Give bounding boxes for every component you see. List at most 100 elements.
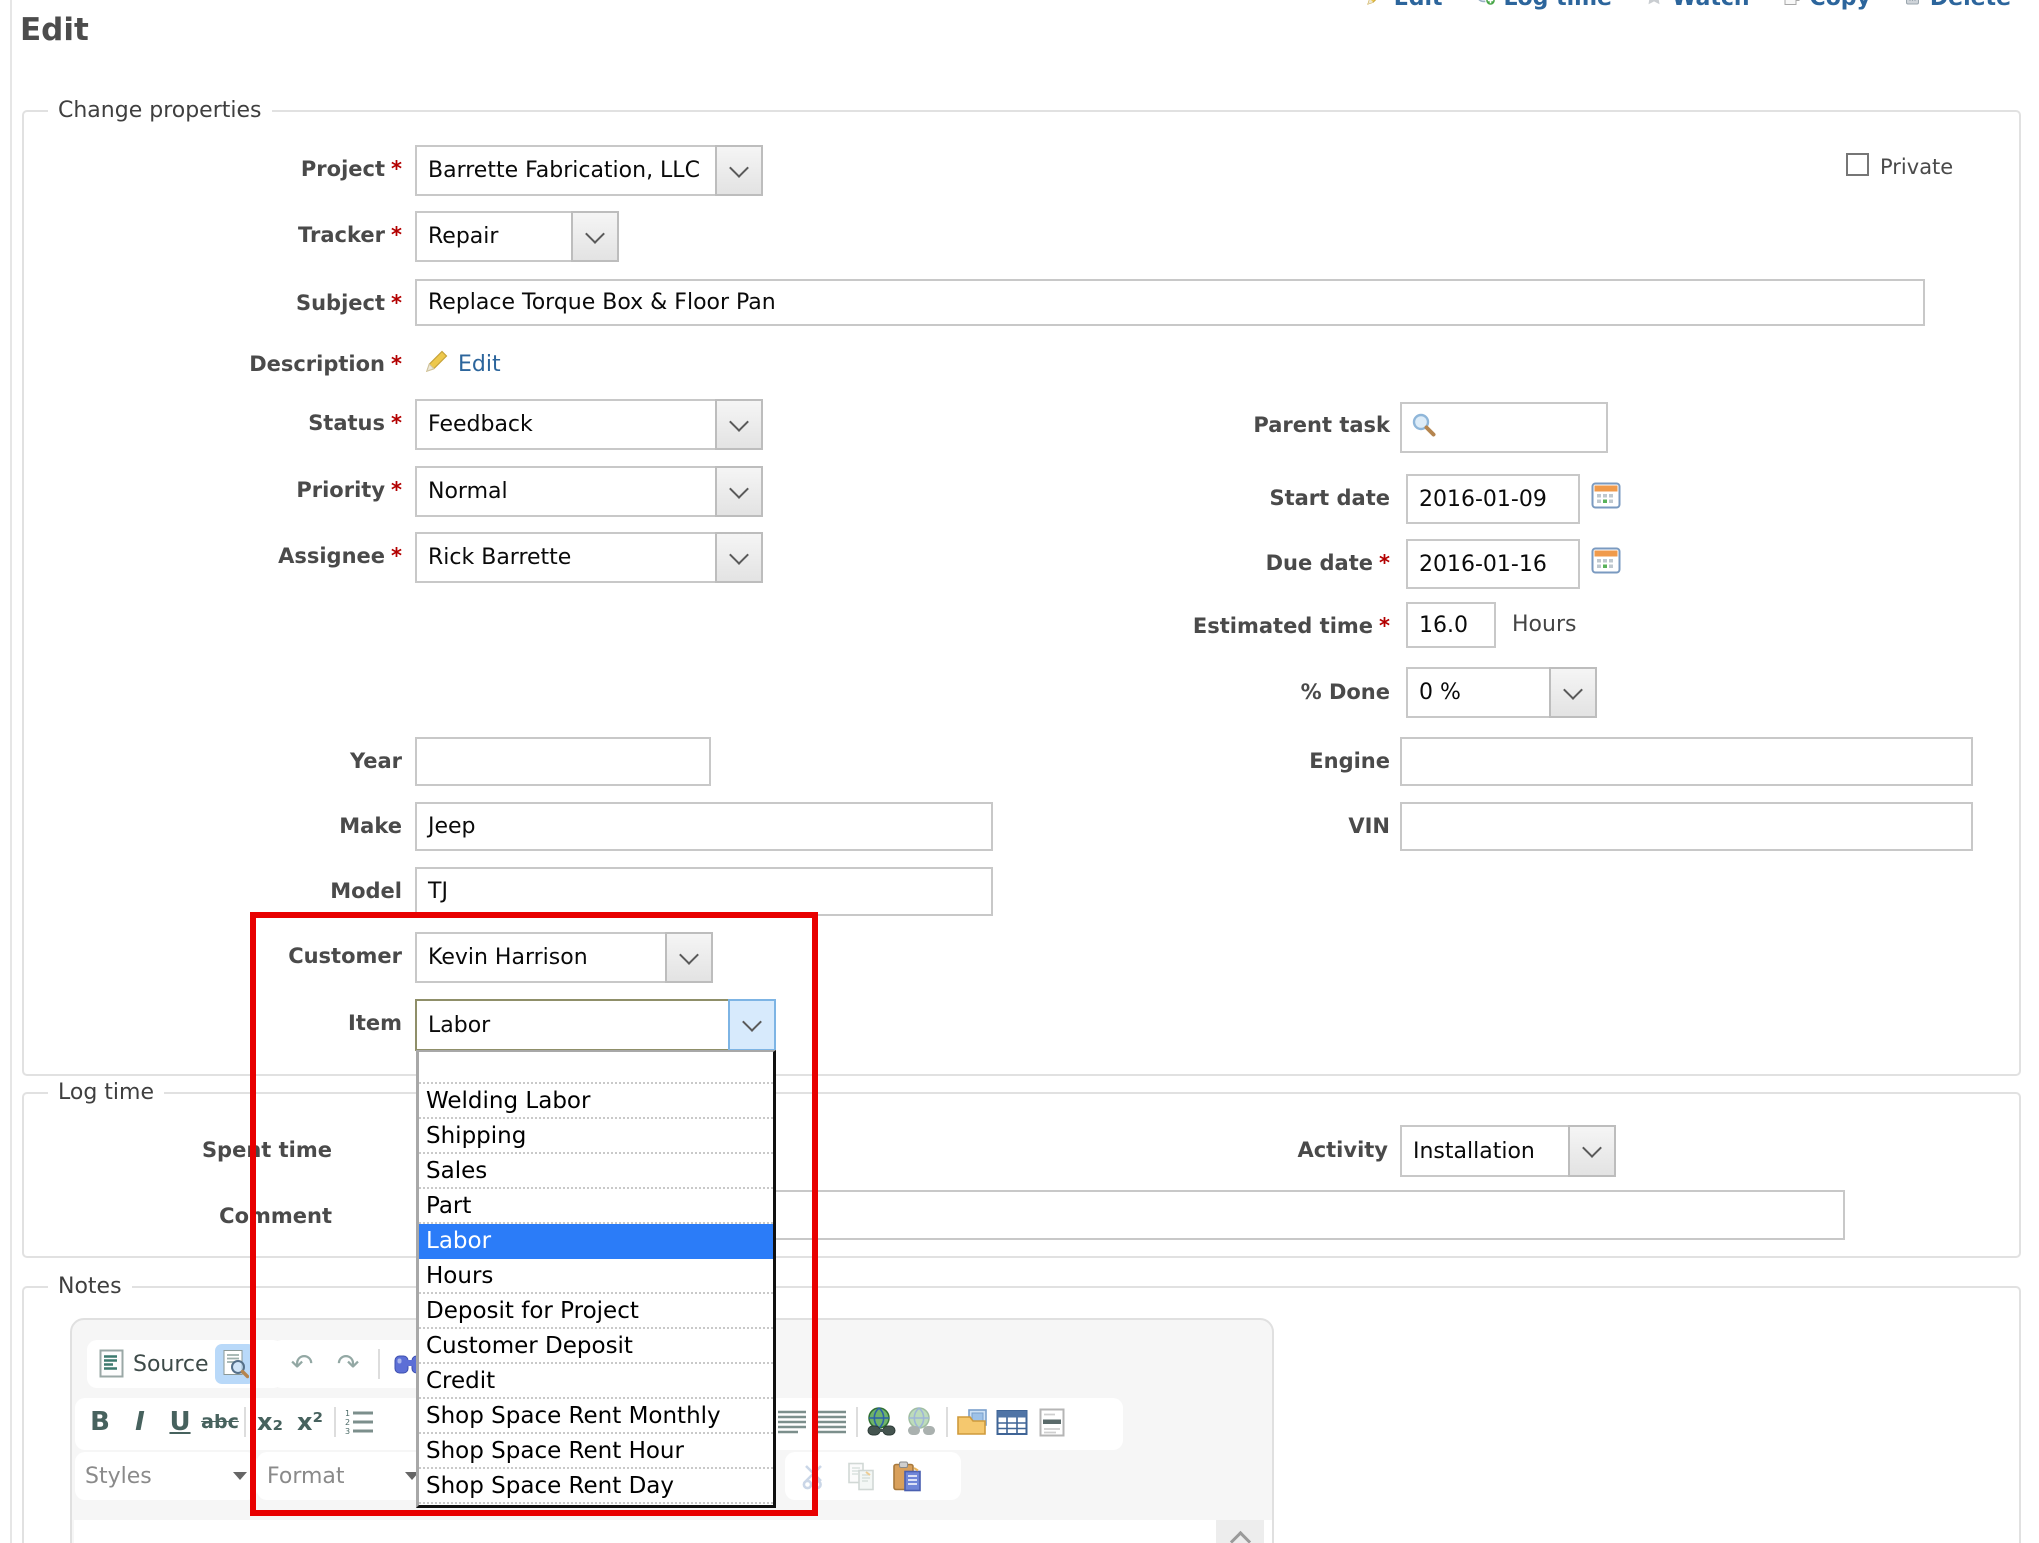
make-input[interactable]: Jeep bbox=[415, 802, 993, 851]
source-button[interactable]: Source bbox=[133, 1352, 209, 1377]
vin-label: VIN bbox=[1040, 814, 1390, 838]
percent-done-select[interactable]: 0 % bbox=[1406, 667, 1597, 718]
edit-link[interactable]: Edit bbox=[1366, 0, 1443, 12]
dropdown-option[interactable]: Part bbox=[419, 1189, 773, 1224]
year-label: Year bbox=[60, 749, 402, 773]
customer-select[interactable]: Kevin Harrison bbox=[415, 932, 713, 983]
toolbar-separator bbox=[378, 1349, 380, 1379]
numbered-list-icon[interactable]: 123 bbox=[340, 1402, 380, 1442]
undo-icon[interactable]: ↶ bbox=[282, 1344, 322, 1384]
italic-button[interactable]: I bbox=[120, 1402, 160, 1442]
priority-select[interactable]: Normal bbox=[415, 466, 763, 517]
superscript-button[interactable]: x² bbox=[290, 1402, 330, 1442]
estimated-time-input[interactable]: 16.0 bbox=[1406, 602, 1496, 648]
copy-icon bbox=[1782, 0, 1802, 12]
align-justify-icon[interactable] bbox=[772, 1402, 812, 1442]
styles-combo[interactable]: Styles bbox=[75, 1452, 257, 1500]
bold-button[interactable]: B bbox=[80, 1402, 120, 1442]
log-time-link[interactable]: Log time bbox=[1475, 0, 1612, 12]
dropdown-option[interactable]: Welding Labor bbox=[419, 1084, 773, 1119]
editor-scrollbar-up[interactable] bbox=[1216, 1520, 1264, 1543]
engine-input[interactable] bbox=[1400, 737, 1973, 786]
chevron-down-icon bbox=[585, 224, 605, 244]
subject-input[interactable]: Replace Torque Box & Floor Pan bbox=[415, 279, 1925, 326]
priority-label: Priority* bbox=[60, 478, 402, 502]
due-date-label: Due date* bbox=[1040, 551, 1390, 575]
dropdown-option[interactable]: Shop Space Rent Day bbox=[419, 1469, 773, 1504]
image-icon[interactable] bbox=[952, 1402, 992, 1442]
dropdown-option[interactable]: Credit bbox=[419, 1364, 773, 1399]
percent-done-select-button[interactable] bbox=[1549, 667, 1597, 718]
activity-select-button[interactable] bbox=[1568, 1125, 1616, 1177]
underline-button[interactable]: U bbox=[160, 1402, 200, 1442]
copy-link[interactable]: Copy bbox=[1782, 0, 1871, 12]
dropdown-option[interactable]: Customer Deposit bbox=[419, 1329, 773, 1364]
subscript-button[interactable]: x₂ bbox=[250, 1402, 290, 1442]
calendar-icon[interactable] bbox=[1591, 545, 1621, 579]
delete-link[interactable]: Delete bbox=[1903, 0, 2011, 12]
calendar-icon[interactable] bbox=[1591, 480, 1621, 514]
dropdown-option[interactable]: Shipping bbox=[419, 1119, 773, 1154]
cut-icon[interactable] bbox=[795, 1456, 835, 1496]
tracker-select[interactable]: Repair bbox=[415, 211, 619, 262]
paste-icon[interactable] bbox=[887, 1456, 927, 1496]
required-asterisk: * bbox=[391, 544, 402, 568]
priority-select-button[interactable] bbox=[715, 466, 763, 517]
status-value: Feedback bbox=[428, 412, 533, 437]
assignee-select[interactable]: Rick Barrette bbox=[415, 532, 763, 583]
format-combo-label: Format bbox=[267, 1464, 345, 1489]
start-date-label: Start date bbox=[1040, 486, 1390, 510]
status-select[interactable]: Feedback bbox=[415, 399, 763, 450]
dropdown-option[interactable]: Shop Space Rent Monthly bbox=[419, 1399, 773, 1434]
vin-input[interactable] bbox=[1400, 802, 1973, 851]
assignee-select-button[interactable] bbox=[715, 532, 763, 583]
activity-select[interactable]: Installation bbox=[1400, 1125, 1616, 1177]
model-input[interactable]: TJ bbox=[415, 867, 993, 916]
text-style-buttons: B I U abc x₂ x² 123 bbox=[80, 1402, 380, 1442]
strikethrough-button[interactable]: abc bbox=[200, 1402, 240, 1442]
percent-done-label: % Done bbox=[1040, 680, 1390, 704]
dropdown-option-selected[interactable]: Labor bbox=[419, 1224, 773, 1259]
model-value: TJ bbox=[428, 879, 448, 904]
pencil-icon bbox=[1366, 0, 1386, 12]
link-icon[interactable] bbox=[862, 1402, 902, 1442]
watch-link-label: Watch bbox=[1672, 0, 1750, 11]
year-input[interactable] bbox=[415, 737, 711, 786]
align-block-icon[interactable] bbox=[812, 1402, 852, 1442]
status-select-button[interactable] bbox=[715, 399, 763, 450]
table-icon[interactable] bbox=[992, 1402, 1032, 1442]
log-time-legend: Log time bbox=[48, 1080, 164, 1105]
notes-content-area[interactable] bbox=[74, 1520, 1272, 1543]
dropdown-option[interactable]: Shop Space Rent Hour bbox=[419, 1434, 773, 1469]
dropdown-option[interactable]: Hours bbox=[419, 1259, 773, 1294]
redo-icon[interactable]: ↷ bbox=[328, 1344, 368, 1384]
star-icon bbox=[1644, 0, 1664, 12]
preview-icon[interactable] bbox=[215, 1344, 255, 1384]
private-label: Private bbox=[1880, 155, 2000, 179]
description-edit-link[interactable]: Edit bbox=[458, 352, 578, 377]
horizontal-rule-icon[interactable] bbox=[1032, 1402, 1072, 1442]
required-asterisk: * bbox=[391, 478, 402, 502]
start-date-input[interactable]: 2016-01-09 bbox=[1406, 474, 1580, 524]
item-select-button[interactable] bbox=[728, 999, 776, 1051]
project-select-button[interactable] bbox=[715, 145, 763, 196]
page-title: Edit bbox=[20, 12, 89, 48]
toolbar-separator bbox=[334, 1407, 336, 1437]
unlink-icon[interactable] bbox=[902, 1402, 942, 1442]
chevron-down-icon bbox=[1563, 680, 1583, 700]
watch-link[interactable]: Watch bbox=[1644, 0, 1750, 12]
item-select[interactable]: Labor bbox=[415, 999, 776, 1051]
dropdown-option[interactable]: Deposit for Project bbox=[419, 1294, 773, 1329]
format-combo[interactable]: Format bbox=[257, 1452, 429, 1500]
copy-doc-icon[interactable] bbox=[841, 1456, 881, 1496]
insert-buttons bbox=[772, 1402, 1072, 1442]
due-date-input[interactable]: 2016-01-16 bbox=[1406, 539, 1580, 589]
dropdown-option[interactable] bbox=[419, 1052, 773, 1084]
item-dropdown-list[interactable]: Welding Labor Shipping Sales Part Labor … bbox=[416, 1050, 776, 1508]
tracker-select-button[interactable] bbox=[571, 211, 619, 262]
dropdown-option[interactable]: Sales bbox=[419, 1154, 773, 1189]
customer-select-button[interactable] bbox=[665, 932, 713, 983]
project-select[interactable]: Barrette Fabrication, LLC bbox=[415, 145, 763, 196]
private-checkbox[interactable] bbox=[1846, 153, 1869, 176]
pencil-icon bbox=[424, 348, 450, 378]
